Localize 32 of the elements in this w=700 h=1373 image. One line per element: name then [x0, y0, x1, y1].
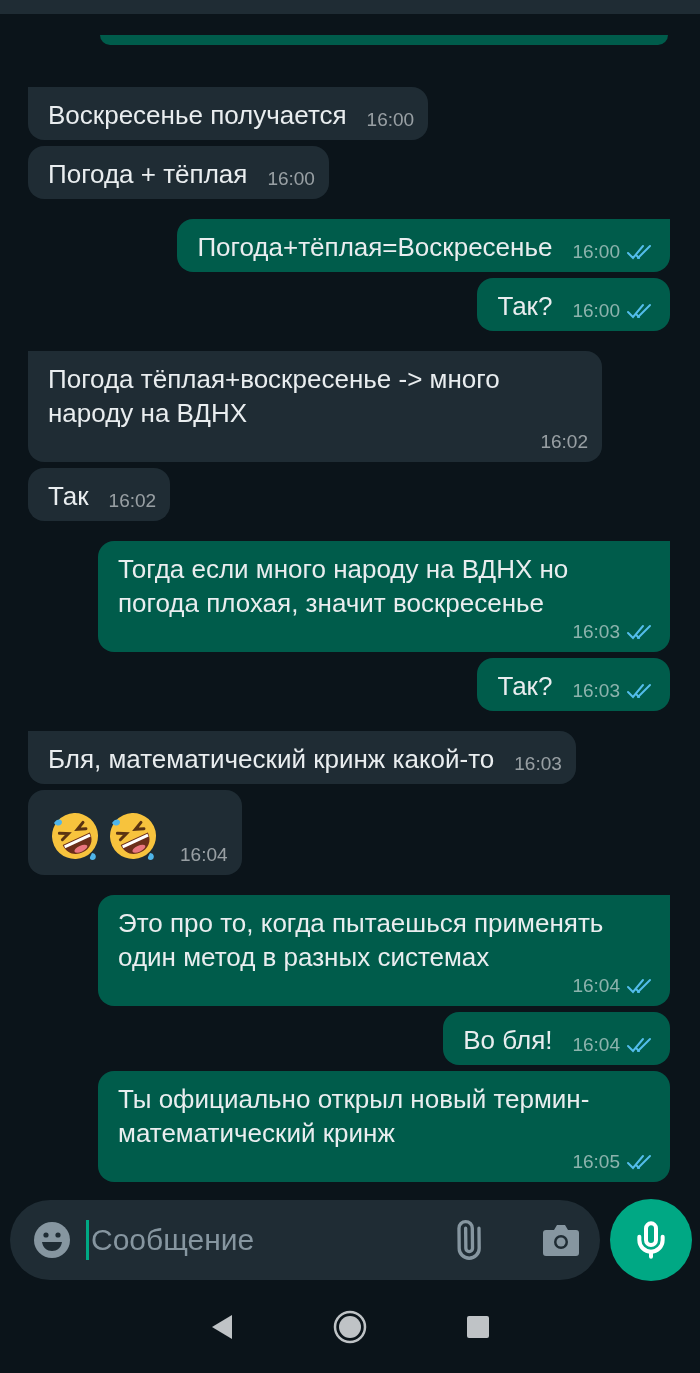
message-text: Это про то, когда пытаешься применять один метод в разных системах	[118, 907, 605, 974]
message-time: 16:02	[540, 430, 588, 454]
message-time: 16:00	[572, 240, 620, 264]
message-input[interactable]: Сообщение	[86, 1220, 434, 1260]
message-text: Ты официально открыл новый термин-математический кринж	[118, 1083, 591, 1150]
home-icon[interactable]	[333, 1309, 367, 1344]
message-text: Так	[48, 480, 89, 513]
message-field[interactable]: Сообщение	[10, 1200, 600, 1280]
message-text: Воскресенье получается	[48, 99, 347, 132]
message-time: 16:03	[572, 679, 620, 703]
message-time: 16:04	[572, 974, 620, 998]
message-time: 16:02	[108, 489, 157, 513]
message-text: Так?	[497, 670, 553, 703]
smiley-icon[interactable]	[32, 1220, 72, 1260]
message-text: Погода тёплая+воскресенье -> много народу на ВДНХ	[48, 363, 501, 430]
camera-icon[interactable]	[542, 1223, 580, 1257]
message-time: 16:00	[267, 167, 315, 191]
message-text: Погода+тёплая=Воскресенье	[197, 231, 553, 264]
message-time: 16:03	[514, 752, 562, 776]
message-text: Бля, математический кринж какой-то	[48, 743, 495, 776]
message-time: 16:05	[572, 1150, 620, 1174]
message-time: 16:04	[180, 843, 228, 867]
message-text: Тогда если много народу на ВДНХ но погода плохая, значит воскресенье	[118, 553, 570, 620]
message-time: 16:03	[572, 620, 620, 644]
message-text: Погода + тёплая	[48, 158, 248, 191]
message-text: Так?	[497, 290, 553, 323]
recents-icon[interactable]	[467, 1315, 489, 1338]
message-time: 16:00	[572, 299, 620, 323]
message-time: 16:04	[572, 1033, 620, 1057]
message-time: 16:00	[366, 108, 415, 132]
back-icon[interactable]	[211, 1313, 233, 1340]
message-text: Во бля!	[463, 1024, 553, 1057]
